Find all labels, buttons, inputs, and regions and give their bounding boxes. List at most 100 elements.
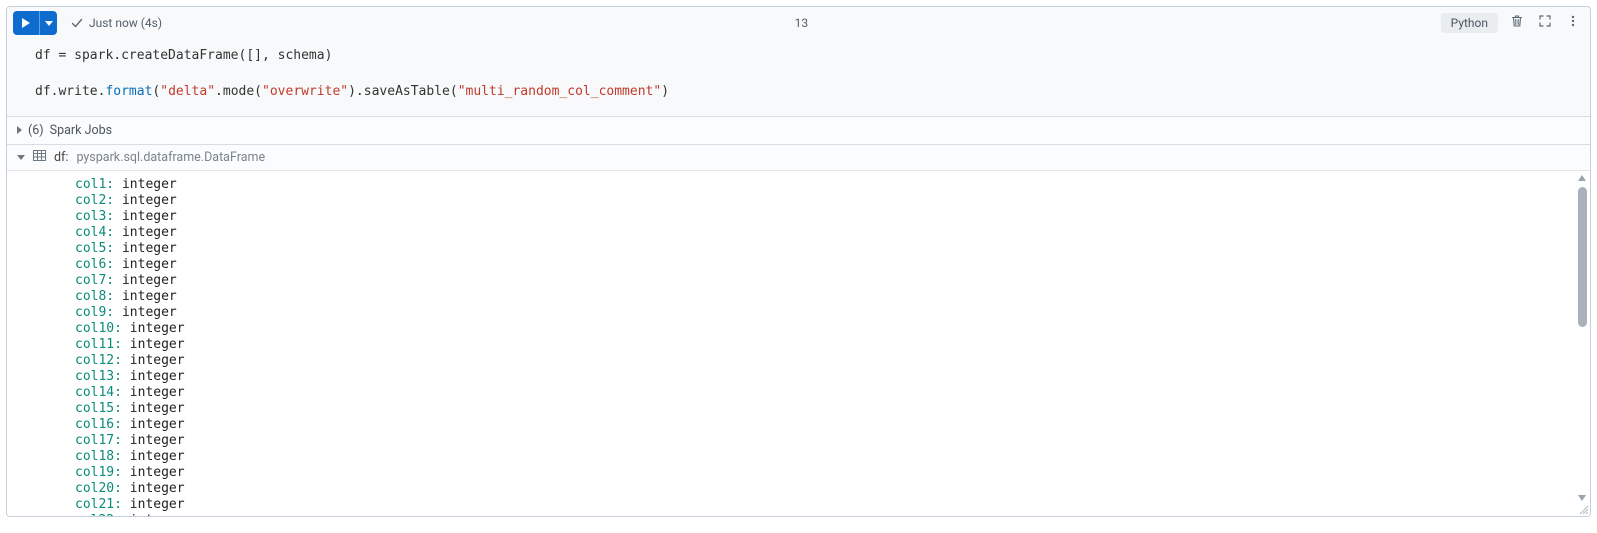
column-name: col7:: [75, 273, 114, 288]
spark-jobs-toggle[interactable]: (6) Spark Jobs: [7, 116, 1590, 144]
schema-row: col3: integer: [75, 209, 1574, 225]
column-type: integer: [122, 321, 185, 336]
column-type: integer: [122, 417, 185, 432]
chevron-down-icon: [45, 19, 53, 27]
column-type: integer: [122, 401, 185, 416]
column-name: col19:: [75, 465, 122, 480]
column-type: integer: [114, 193, 177, 208]
play-icon: [21, 18, 31, 28]
schema-row: col21: integer: [75, 497, 1574, 513]
schema-row: col9: integer: [75, 305, 1574, 321]
column-type: integer: [122, 449, 185, 464]
schema-row: col17: integer: [75, 433, 1574, 449]
column-name: col6:: [75, 257, 114, 272]
column-name: col15:: [75, 401, 122, 416]
column-type: integer: [122, 433, 185, 448]
column-name: col3:: [75, 209, 114, 224]
schema-row: col22: integer: [75, 513, 1574, 516]
notebook-cell: Just now (4s) 13 Python df = spark.creat: [6, 6, 1591, 517]
column-name: col21:: [75, 497, 122, 512]
schema-row: col8: integer: [75, 289, 1574, 305]
cell-more-menu-button[interactable]: [1564, 14, 1582, 32]
schema-row: col12: integer: [75, 353, 1574, 369]
table-icon: [33, 150, 46, 165]
dataframe-schema-toggle[interactable]: df: pyspark.sql.dataframe.DataFrame: [7, 144, 1590, 170]
column-type: integer: [122, 497, 185, 512]
column-type: integer: [114, 209, 177, 224]
column-type: integer: [114, 289, 177, 304]
column-type: integer: [122, 337, 185, 352]
schema-row: col1: integer: [75, 177, 1574, 193]
schema-row: col2: integer: [75, 193, 1574, 209]
code-editor[interactable]: df = spark.createDataFrame([], schema) d…: [7, 39, 1590, 116]
column-name: col18:: [75, 449, 122, 464]
trash-icon: [1510, 14, 1524, 32]
df-variable-name: df:: [54, 150, 68, 165]
column-name: col20:: [75, 481, 122, 496]
schema-row: col20: integer: [75, 481, 1574, 497]
column-type: integer: [122, 513, 185, 516]
column-name: col2:: [75, 193, 114, 208]
column-name: col12:: [75, 353, 122, 368]
column-name: col9:: [75, 305, 114, 320]
column-name: col14:: [75, 385, 122, 400]
column-name: col5:: [75, 241, 114, 256]
schema-row: col14: integer: [75, 385, 1574, 401]
schema-row: col16: integer: [75, 417, 1574, 433]
column-name: col22:: [75, 513, 122, 516]
column-type: integer: [114, 273, 177, 288]
column-type: integer: [114, 225, 177, 240]
spark-jobs-count: (6): [28, 123, 44, 138]
column-name: col4:: [75, 225, 114, 240]
column-type: integer: [122, 353, 185, 368]
triangle-right-icon: [17, 126, 22, 134]
column-name: col13:: [75, 369, 122, 384]
schema-row: col13: integer: [75, 369, 1574, 385]
scrollbar-thumb[interactable]: [1578, 187, 1587, 327]
cell-toolbar: Just now (4s) 13 Python: [7, 7, 1590, 39]
column-type: integer: [114, 241, 177, 256]
code-line: df = spark.createDataFrame([], schema): [35, 48, 332, 63]
column-name: col10:: [75, 321, 122, 336]
resize-handle[interactable]: [1577, 503, 1589, 515]
column-type: integer: [122, 465, 185, 480]
kebab-icon: [1566, 14, 1580, 32]
column-type: integer: [114, 305, 177, 320]
column-type: integer: [122, 369, 185, 384]
column-name: col8:: [75, 289, 114, 304]
column-type: integer: [122, 385, 185, 400]
column-name: col16:: [75, 417, 122, 432]
column-name: col17:: [75, 433, 122, 448]
cell-right-tools: Python: [1441, 13, 1582, 33]
triangle-down-icon: [17, 155, 25, 160]
column-name: col11:: [75, 337, 122, 352]
check-icon: [71, 17, 83, 29]
run-button-group: [13, 11, 57, 35]
language-selector[interactable]: Python: [1441, 13, 1498, 33]
schema-row: col15: integer: [75, 401, 1574, 417]
schema-row: col11: integer: [75, 337, 1574, 353]
schema-row: col18: integer: [75, 449, 1574, 465]
run-button[interactable]: [13, 11, 39, 35]
cell-run-status: Just now (4s): [71, 16, 162, 30]
schema-list: col1: integercol2: integercol3: integerc…: [7, 171, 1574, 516]
scrollbar-up-button[interactable]: [1576, 172, 1588, 184]
schema-row: col5: integer: [75, 241, 1574, 257]
column-name: col1:: [75, 177, 114, 192]
code-line: df.write.format("delta".mode("overwrite"…: [35, 84, 669, 99]
column-type: integer: [114, 177, 177, 192]
column-type: integer: [122, 481, 185, 496]
schema-output: col1: integercol2: integercol3: integerc…: [7, 170, 1590, 516]
df-variable-type: pyspark.sql.dataframe.DataFrame: [76, 150, 265, 165]
expand-cell-button[interactable]: [1536, 14, 1554, 32]
status-text: Just now (4s): [89, 16, 162, 30]
schema-row: col19: integer: [75, 465, 1574, 481]
spark-jobs-label: Spark Jobs: [50, 123, 112, 138]
cell-center-indicator: 13: [168, 16, 1435, 30]
schema-row: col7: integer: [75, 273, 1574, 289]
schema-row: col4: integer: [75, 225, 1574, 241]
expand-icon: [1538, 14, 1552, 32]
delete-cell-button[interactable]: [1508, 14, 1526, 32]
schema-row: col10: integer: [75, 321, 1574, 337]
run-dropdown-button[interactable]: [39, 11, 57, 35]
